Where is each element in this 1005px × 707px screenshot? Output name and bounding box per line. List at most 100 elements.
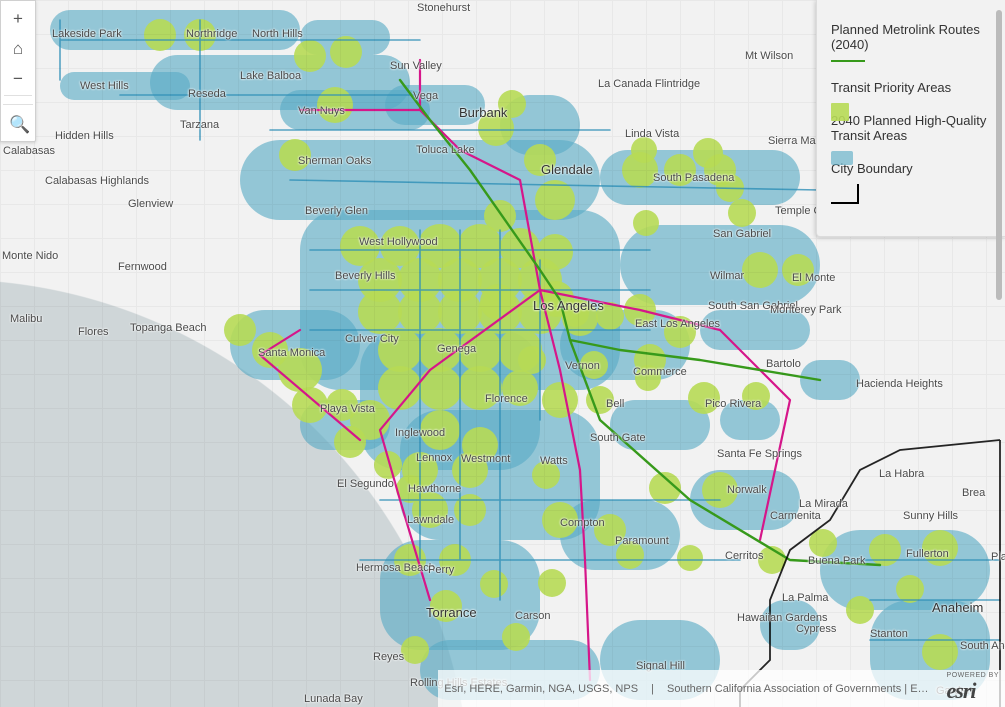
- legend-swatch-boundary: [831, 184, 859, 204]
- attribution-basemap: Esri, HERE, Garmin, NGA, USGS, NPS: [444, 683, 638, 695]
- tpa-dot: [809, 529, 837, 557]
- place-label: Bartolo: [766, 358, 801, 370]
- tpa-dot: [294, 40, 326, 72]
- tpa-dot: [649, 472, 681, 504]
- tpa-dot: [420, 410, 460, 450]
- tpa-dot: [782, 254, 814, 286]
- legend-label: Planned Metrolink Routes (2040): [831, 22, 980, 52]
- tpa-dot: [561, 299, 589, 327]
- tpa-dot: [542, 382, 578, 418]
- hqta-blob: [760, 600, 820, 650]
- place-label: Linda Vista: [625, 128, 679, 140]
- tpa-dot: [394, 544, 426, 576]
- tpa-dot: [334, 426, 366, 458]
- tpa-dot: [742, 382, 770, 410]
- place-label: Reyes: [373, 651, 404, 663]
- tpa-dot: [498, 90, 526, 118]
- tpa-dot: [326, 389, 358, 421]
- place-label: Calabasas Highlands: [45, 175, 149, 187]
- place-label: Malibu: [10, 313, 42, 325]
- tpa-dot: [702, 472, 738, 508]
- legend-item-hqta[interactable]: 2040 Planned High-Quality Transit Areas: [831, 113, 991, 143]
- tpa-dot: [458, 366, 502, 410]
- place-label: Hacienda Heights: [856, 378, 943, 390]
- tpa-dot: [374, 451, 402, 479]
- legend-label: Transit Priority Areas: [831, 80, 951, 95]
- search-button[interactable]: 🔍: [3, 109, 33, 139]
- tpa-dot: [452, 452, 488, 488]
- tpa-dot: [224, 314, 256, 346]
- tpa-dot: [279, 139, 311, 171]
- tpa-dot: [317, 87, 353, 123]
- place-label: Brea: [962, 487, 985, 499]
- tpa-dot: [742, 252, 778, 288]
- place-label: Glenview: [128, 198, 173, 210]
- zoom-out-button[interactable]: −: [3, 63, 33, 93]
- legend-swatch-hqta: [831, 151, 853, 165]
- legend-item-tpa[interactable]: Transit Priority Areas: [831, 80, 991, 95]
- legend-panel[interactable]: Planned Metrolink Routes (2040) Transit …: [816, 0, 1005, 237]
- place-label: El Segundo: [337, 478, 394, 490]
- place-label: La Mirada: [799, 498, 848, 510]
- tpa-dot: [396, 475, 424, 503]
- esri-logo: esri: [947, 678, 976, 703]
- legend-scrollbar[interactable]: [996, 10, 1002, 300]
- tpa-dot: [430, 590, 462, 622]
- tpa-dot: [846, 596, 874, 624]
- zoom-in-button[interactable]: +: [3, 3, 33, 33]
- tpa-dot: [869, 534, 901, 566]
- tpa-dot: [480, 284, 516, 320]
- tpa-dot: [378, 366, 422, 410]
- place-label: La Habra: [879, 468, 924, 480]
- tpa-dot: [439, 544, 471, 576]
- place-label: Topanga Beach: [130, 322, 206, 334]
- place-label: La Canada Flintridge: [598, 78, 700, 90]
- place-label: Fernwood: [118, 261, 167, 273]
- tpa-dot: [586, 386, 614, 414]
- tpa-dot: [693, 138, 723, 168]
- place-label: Monte Nido: [2, 250, 58, 262]
- tpa-dot: [616, 541, 644, 569]
- tpa-dot: [502, 370, 538, 406]
- hqta-blob: [60, 72, 190, 100]
- tpa-dot: [664, 154, 696, 186]
- place-label: Lunada Bay: [304, 693, 363, 705]
- tpa-dot: [716, 174, 744, 202]
- tpa-dot: [292, 387, 328, 423]
- attribution-layers: Southern California Association of Gover…: [667, 683, 929, 695]
- tpa-dot: [144, 19, 176, 51]
- tpa-dot: [538, 569, 566, 597]
- place-label: Mt Wilson: [745, 50, 793, 62]
- place-label: Flores: [78, 326, 109, 338]
- tpa-dot: [580, 351, 608, 379]
- legend-swatch-tpa: [831, 103, 849, 121]
- tpa-dot: [677, 545, 703, 571]
- legend-item-metrolink[interactable]: Planned Metrolink Routes (2040): [831, 22, 991, 62]
- tpa-dot: [532, 461, 560, 489]
- zoom-widget: + ⌂ − 🔍: [0, 0, 36, 142]
- legend-swatch-line: [831, 60, 865, 62]
- tpa-dot: [624, 294, 656, 326]
- tpa-dot: [688, 382, 720, 414]
- legend-label: 2040 Planned High-Quality Transit Areas: [831, 113, 986, 143]
- tpa-dot: [922, 634, 958, 670]
- tpa-dot: [502, 623, 530, 651]
- hqta-blob: [800, 360, 860, 400]
- home-button[interactable]: ⌂: [3, 33, 33, 63]
- tpa-dot: [184, 19, 216, 51]
- tpa-dot: [728, 199, 756, 227]
- place-label: Tarzana: [180, 119, 219, 131]
- hqta-blob: [385, 85, 485, 125]
- tpa-dot: [252, 332, 288, 368]
- tpa-dot: [518, 346, 546, 374]
- legend-item-boundary[interactable]: City Boundary: [831, 161, 991, 204]
- tpa-dot: [635, 365, 661, 391]
- esri-logo-wrap[interactable]: POWERED BY esri: [947, 672, 999, 705]
- tpa-dot: [594, 514, 626, 546]
- tpa-dot: [664, 316, 696, 348]
- tpa-dot: [596, 302, 624, 330]
- tpa-dot: [631, 137, 657, 163]
- tpa-dot: [454, 494, 486, 526]
- place-label: Santa Fe Springs: [717, 448, 802, 460]
- tpa-dot: [418, 366, 462, 410]
